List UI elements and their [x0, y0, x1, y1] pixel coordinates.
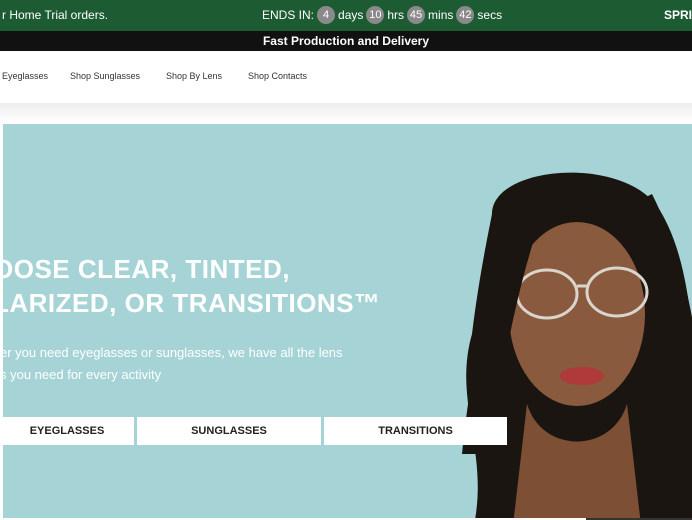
sunglasses-button[interactable]: SUNGLASSES: [137, 417, 321, 445]
hero-title-line1: OOSE CLEAR, TINTED,: [3, 254, 290, 284]
eyeglasses-button[interactable]: EYEGLASSES: [3, 417, 134, 445]
nav-item-lens[interactable]: Shop By Lens: [166, 71, 222, 81]
hours-label: hrs: [387, 8, 405, 22]
secs-value: 42: [456, 6, 475, 24]
delivery-text: Fast Production and Delivery: [262, 34, 430, 48]
nav-item-contacts[interactable]: Shop Contacts: [248, 71, 307, 81]
mins-label: mins: [428, 8, 454, 22]
countdown-timer: ENDS IN: 4 days 10 hrs 45 mins 42 secs: [262, 6, 502, 24]
hero-subtitle-line1: er you need eyeglasses or sunglasses, we…: [3, 345, 343, 360]
hero-title: OOSE CLEAR, TINTED, LARIZED, OR TRANSITI…: [3, 252, 381, 320]
days-value: 4: [317, 6, 336, 24]
ends-in-label: ENDS IN:: [262, 8, 315, 22]
nav-shadow: [0, 103, 692, 124]
promo-bar: r Home Trial orders. ENDS IN: 4 days 10 …: [0, 0, 692, 31]
nav-item-sunglasses[interactable]: Shop Sunglasses: [70, 71, 140, 81]
hero-title-line2: LARIZED, OR TRANSITIONS™: [3, 288, 381, 318]
nav-item-eyeglasses[interactable]: Eyeglasses: [2, 71, 48, 81]
transitions-button[interactable]: TRANSITIONS: [324, 417, 507, 445]
model-photo: [462, 172, 692, 518]
hero-subtitle: er you need eyeglasses or sunglasses, we…: [3, 342, 343, 386]
secs-label: secs: [477, 8, 503, 22]
days-label: days: [338, 8, 364, 22]
delivery-banner: Fast Production and Delivery: [0, 31, 692, 51]
promo-text: r Home Trial orders.: [2, 8, 109, 22]
hero-banner: OOSE CLEAR, TINTED, LARIZED, OR TRANSITI…: [3, 124, 692, 518]
hours-value: 10: [366, 6, 385, 24]
mins-value: 45: [407, 6, 426, 24]
promo-right-text: SPRI: [663, 8, 692, 22]
main-nav: Eyeglasses Shop Sunglasses Shop By Lens …: [0, 51, 692, 103]
hero-subtitle-line2: s you need for every activity: [3, 367, 162, 382]
